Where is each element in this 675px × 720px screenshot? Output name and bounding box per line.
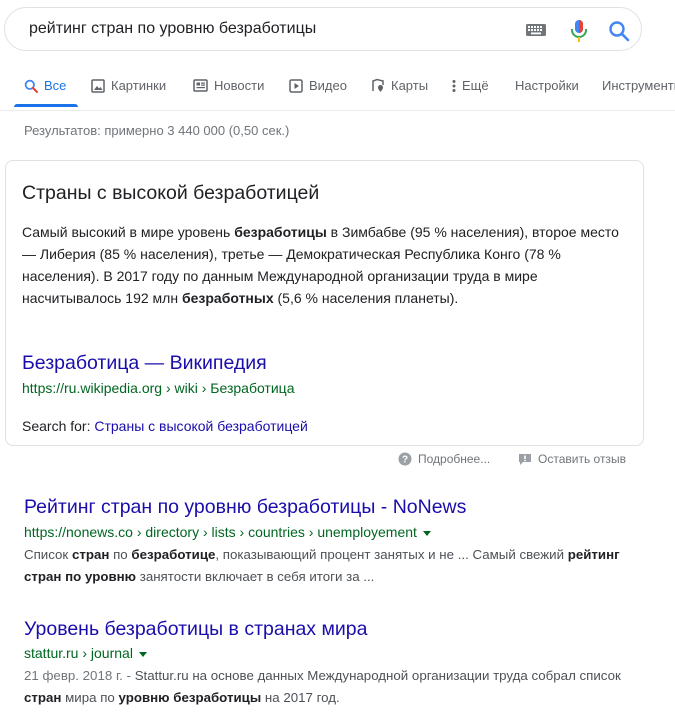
help-icon: ? <box>398 452 412 466</box>
active-tab-indicator <box>14 104 78 107</box>
feedback-icon <box>519 453 531 465</box>
tab-news[interactable]: Новости <box>193 78 264 93</box>
search-for-link[interactable]: Страны с высокой безработицей <box>94 418 307 434</box>
about-featured-snippets[interactable]: ? Подробнее... <box>398 452 490 466</box>
search-icon[interactable] <box>608 20 630 42</box>
video-icon <box>289 78 303 93</box>
tab-more[interactable]: Ещё <box>452 78 489 93</box>
snippet-source-link[interactable]: Безработица — Википедия <box>22 352 267 375</box>
snippet-source-url: https://ru.wikipedia.org › wiki › Безраб… <box>22 380 295 396</box>
result-snippet: Список стран по безработице, показывающи… <box>24 547 620 584</box>
tab-label: Видео <box>309 78 347 93</box>
search-for: Search for: Страны с высокой безработице… <box>22 418 308 434</box>
tab-settings[interactable]: Настройки <box>515 78 579 93</box>
chevron-down-icon[interactable] <box>138 651 147 657</box>
result-stats: Результатов: примерно 3 440 000 (0,50 се… <box>24 123 290 138</box>
tab-label: Инструменты <box>602 78 675 93</box>
chevron-down-icon[interactable] <box>422 530 431 536</box>
search-icon <box>24 79 38 93</box>
tab-label: Ещё <box>462 78 489 93</box>
map-pin-icon <box>372 78 384 92</box>
feedback-button[interactable]: Оставить отзыв <box>518 452 626 466</box>
tab-label: Все <box>44 78 67 93</box>
search-box[interactable]: рейтинг стран по уровню безработицы <box>4 7 642 51</box>
result-title[interactable]: Рейтинг стран по уровню безработицы - No… <box>24 496 466 519</box>
tab-label: Картинки <box>111 78 167 93</box>
tab-label: Карты <box>391 78 429 93</box>
tab-video[interactable]: Видео <box>289 78 347 93</box>
keyboard-icon[interactable] <box>526 24 546 36</box>
tab-label: Новости <box>214 78 265 93</box>
snippet-text: Самый высокий в мире уровень безработицы… <box>22 224 619 306</box>
result-snippet: 21 февр. 2018 г. - Stattur.ru на основе … <box>24 668 621 705</box>
search-tabs: Все Картинки Новости Видео Карты Ещё Нас… <box>0 62 675 110</box>
tab-label: Настройки <box>515 78 579 93</box>
tab-images[interactable]: Картинки <box>91 78 166 93</box>
tab-all[interactable]: Все <box>24 78 66 93</box>
more-vert-icon <box>452 79 456 92</box>
image-icon <box>91 78 105 93</box>
tab-tools[interactable]: Инструменты <box>602 78 675 93</box>
divider <box>0 110 675 111</box>
tab-maps[interactable]: Карты <box>371 78 428 93</box>
news-icon <box>193 79 208 92</box>
featured-snippet: Страны с высокой безработицей Самый высо… <box>5 160 644 446</box>
microphone-icon[interactable] <box>569 19 589 43</box>
svg-text:?: ? <box>402 455 408 466</box>
result-url[interactable]: stattur.ru › journal <box>24 645 147 661</box>
result-url[interactable]: https://nonews.co › directory › lists › … <box>24 524 431 540</box>
search-input[interactable]: рейтинг стран по уровню безработицы <box>29 20 316 38</box>
result-title[interactable]: Уровень безработицы в странах мира <box>24 618 367 641</box>
snippet-title: Страны с высокой безработицей <box>22 182 320 204</box>
